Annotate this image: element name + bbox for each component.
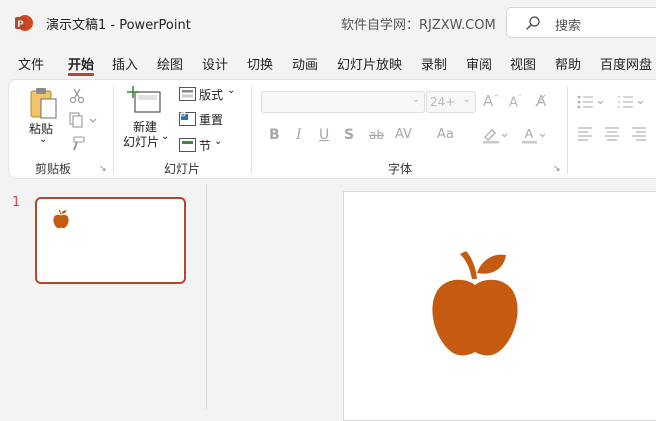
search-placeholder: 搜索 [555, 19, 582, 34]
font-launcher-icon[interactable]: ↘ [553, 164, 561, 174]
group-separator [567, 86, 568, 174]
tab-design[interactable]: 设计 [202, 54, 228, 73]
layout-icon[interactable] [179, 87, 196, 101]
watermark-site-text: 软件自学网：RJZXW.COM [341, 18, 496, 33]
strikethrough-button[interactable]: ab [369, 128, 384, 142]
shrink-font-icon[interactable]: Aˇ [509, 94, 522, 110]
grow-font-icon[interactable]: A^ [483, 92, 500, 110]
ribbon-tabs: 文件 开始 插入 绘图 设计 切换 动画 幻灯片放映 录制 审阅 视图 帮助 百… [0, 50, 656, 78]
apple-icon[interactable] [430, 249, 520, 359]
layout-chevron-icon[interactable]: ⌄ [227, 85, 235, 96]
clipboard-launcher-icon[interactable]: ↘ [99, 164, 107, 174]
highlight-icon[interactable] [482, 126, 508, 144]
new-slide-label-2[interactable]: 幻灯片 [123, 133, 159, 150]
clear-format-icon[interactable]: A̸ [536, 92, 546, 110]
tab-home[interactable]: 开始 [68, 54, 94, 73]
paste-icon[interactable] [29, 86, 59, 120]
title-bar: P 演示文稿1 - PowerPoint 软件自学网：RJZXW.COM 搜索 [0, 0, 656, 46]
active-tab-indicator [68, 73, 94, 76]
svg-text:P: P [17, 19, 23, 29]
font-group-label: 字体 [388, 162, 413, 176]
tab-slideshow[interactable]: 幻灯片放映 [337, 54, 402, 73]
tab-view[interactable]: 视图 [510, 54, 536, 73]
layout-label[interactable]: 版式 [199, 86, 223, 103]
paste-dropdown-chevron-icon[interactable]: ⌄ [39, 134, 47, 145]
ribbon-home: 粘贴 ⌄ 剪贴板 ↘ 新建 幻灯片 ⌄ 版式 ⌄ 重置 节 ⌄ 幻灯片 ⌄ 24… [8, 79, 656, 179]
group-separator [113, 86, 114, 174]
tab-baidu-netdisk[interactable]: 百度网盘 [600, 54, 652, 73]
font-size-value: 24+ [430, 95, 456, 109]
tab-review[interactable]: 审阅 [466, 54, 492, 73]
reset-icon[interactable] [179, 112, 196, 126]
slide-canvas[interactable] [343, 191, 656, 421]
tab-insert[interactable]: 插入 [112, 54, 138, 73]
character-spacing-button[interactable]: AV [395, 127, 412, 142]
apple-icon [53, 209, 69, 229]
tab-help[interactable]: 帮助 [555, 54, 581, 73]
svg-text:A: A [525, 126, 534, 141]
tab-record[interactable]: 录制 [421, 54, 447, 73]
new-slide-icon[interactable] [127, 86, 161, 114]
align-icons[interactable] [577, 127, 656, 141]
section-chevron-icon[interactable]: ⌄ [214, 136, 222, 147]
reset-label[interactable]: 重置 [199, 111, 223, 128]
change-case-button[interactable]: Aa [437, 127, 454, 142]
font-name-combo[interactable]: ⌄ [261, 91, 425, 113]
section-label[interactable]: 节 [199, 137, 211, 154]
italic-button[interactable]: I [296, 127, 302, 143]
slides-group-label: 幻灯片 [164, 162, 201, 176]
slide-thumbnail[interactable] [35, 197, 186, 284]
search-icon [526, 16, 540, 30]
tab-file[interactable]: 文件 [18, 54, 44, 73]
clipboard-group-label: 剪贴板 [35, 162, 72, 176]
bold-button[interactable]: B [269, 127, 280, 143]
tab-draw[interactable]: 绘图 [157, 54, 183, 73]
copy-icon[interactable] [69, 112, 97, 128]
slide-number: 1 [12, 195, 21, 210]
document-title: 演示文稿1 - PowerPoint [46, 18, 191, 33]
font-size-chevron-icon: ⌄ [462, 94, 471, 105]
new-slide-chevron-icon[interactable]: ⌄ [161, 131, 169, 142]
bullets-icon[interactable] [577, 94, 607, 110]
font-name-chevron-icon: ⌄ [411, 94, 420, 105]
numbering-icon[interactable] [617, 94, 647, 110]
cut-icon[interactable] [69, 88, 85, 104]
search-box[interactable]: 搜索 [506, 7, 656, 38]
section-icon[interactable] [179, 138, 196, 152]
font-color-icon[interactable]: A [521, 126, 547, 144]
shadow-button[interactable]: S [344, 127, 354, 143]
panel-divider [206, 184, 207, 409]
powerpoint-logo-icon: P [15, 15, 33, 31]
underline-button[interactable]: U [319, 127, 329, 143]
group-separator [251, 86, 252, 174]
font-size-combo[interactable]: 24+ ⌄ [426, 91, 476, 113]
tab-animations[interactable]: 动画 [292, 54, 318, 73]
tab-transitions[interactable]: 切换 [247, 54, 273, 73]
format-painter-icon[interactable] [69, 136, 85, 152]
